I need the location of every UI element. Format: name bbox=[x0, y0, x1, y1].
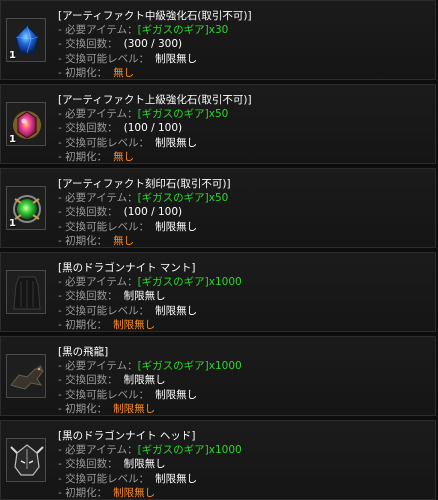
count-label: - 交換回数： bbox=[58, 374, 118, 387]
reset-label: - 初期化： bbox=[58, 486, 108, 499]
reset-value: 無し bbox=[113, 66, 135, 79]
required-item-link[interactable]: [ギガスのギア] bbox=[138, 192, 209, 204]
count-label: - 交換回数： bbox=[58, 122, 118, 135]
item-name: [黒の飛龍] bbox=[58, 346, 109, 358]
level-label: - 交換可能レベル： bbox=[58, 388, 150, 401]
required-qty: x1000 bbox=[208, 444, 242, 457]
level-value: 制限無し bbox=[155, 472, 198, 485]
required-qty: x30 bbox=[208, 24, 229, 37]
exchange-item[interactable]: [黒のドラゴンナイト マント] - 必要アイテム：[ギガスのギア]x1000 -… bbox=[0, 252, 436, 332]
level-value: 制限無し bbox=[155, 304, 198, 317]
level-value: 制限無し bbox=[155, 136, 198, 149]
reset-value: 制限無し bbox=[113, 318, 156, 331]
reset-value: 無し bbox=[113, 234, 135, 247]
item-name: [黒のドラゴンナイト マント] bbox=[58, 262, 196, 274]
item-slot[interactable]: 1 bbox=[6, 102, 46, 146]
item-name: [黒のドラゴンナイト ヘッド] bbox=[58, 430, 196, 442]
reset-value: 制限無し bbox=[113, 486, 156, 499]
exchange-item[interactable]: 1 [アーティファクト中級強化石(取引不可)] - 必要アイテム：[ギガスのギア… bbox=[0, 0, 436, 80]
required-label: - 必要アイテム： bbox=[58, 444, 138, 457]
level-label: - 交換可能レベル： bbox=[58, 304, 150, 317]
level-label: - 交換可能レベル： bbox=[58, 472, 150, 485]
count-value: 制限無し bbox=[123, 458, 166, 471]
required-qty: x50 bbox=[208, 192, 229, 205]
exchange-item-list: 1 [アーティファクト中級強化石(取引不可)] - 必要アイテム：[ギガスのギア… bbox=[0, 0, 438, 500]
reset-value: 無し bbox=[113, 150, 135, 163]
level-value: 制限無し bbox=[155, 52, 198, 65]
required-item-link[interactable]: [ギガスのギア] bbox=[138, 360, 209, 372]
level-label: - 交換可能レベル： bbox=[58, 220, 150, 233]
required-label: - 必要アイテム： bbox=[58, 192, 138, 205]
required-label: - 必要アイテム： bbox=[58, 108, 138, 121]
item-name: [アーティファクト刻印石(取引不可)] bbox=[58, 178, 231, 190]
black-wyvern-icon bbox=[10, 365, 44, 390]
required-item-link[interactable]: [ギガスのギア] bbox=[138, 24, 209, 36]
dragon-helmet-icon bbox=[10, 444, 44, 476]
reset-label: - 初期化： bbox=[58, 234, 108, 247]
reset-label: - 初期化： bbox=[58, 402, 108, 415]
item-slot[interactable] bbox=[6, 354, 46, 398]
stack-count: 1 bbox=[9, 50, 16, 61]
reset-label: - 初期化： bbox=[58, 66, 108, 79]
count-value: (100 / 100) bbox=[123, 206, 183, 219]
reset-label: - 初期化： bbox=[58, 318, 108, 331]
item-slot[interactable] bbox=[6, 270, 46, 314]
required-label: - 必要アイテム： bbox=[58, 276, 138, 289]
count-label: - 交換回数： bbox=[58, 206, 118, 219]
required-label: - 必要アイテム： bbox=[58, 360, 138, 373]
black-cloak-icon bbox=[13, 276, 41, 310]
stack-count: 1 bbox=[9, 218, 16, 229]
count-label: - 交換回数： bbox=[58, 38, 118, 51]
required-item-link[interactable]: [ギガスのギア] bbox=[138, 108, 209, 120]
required-item-link[interactable]: [ギガスのギア] bbox=[138, 276, 209, 288]
reset-value: 制限無し bbox=[113, 402, 156, 415]
level-label: - 交換可能レベル： bbox=[58, 52, 150, 65]
required-label: - 必要アイテム： bbox=[58, 24, 138, 37]
item-name: [アーティファクト上級強化石(取引不可)] bbox=[58, 94, 252, 106]
item-slot[interactable] bbox=[6, 438, 46, 482]
reset-label: - 初期化： bbox=[58, 150, 108, 163]
count-value: (300 / 300) bbox=[123, 38, 183, 51]
stack-count: 1 bbox=[9, 134, 16, 145]
required-qty: x1000 bbox=[208, 276, 242, 289]
exchange-item[interactable]: [黒のドラゴンナイト ヘッド] - 必要アイテム：[ギガスのギア]x1000 -… bbox=[0, 420, 436, 500]
item-slot[interactable]: 1 bbox=[6, 18, 46, 62]
level-value: 制限無し bbox=[155, 388, 198, 401]
count-label: - 交換回数： bbox=[58, 290, 118, 303]
count-value: (100 / 100) bbox=[123, 122, 183, 135]
exchange-item[interactable]: 1 [アーティファクト上級強化石(取引不可)] - 必要アイテム：[ギガスのギア… bbox=[0, 84, 436, 164]
item-slot[interactable]: 1 bbox=[6, 186, 46, 230]
exchange-item[interactable]: [黒の飛龍] - 必要アイテム：[ギガスのギア]x1000 - 交換回数： 制限無… bbox=[0, 336, 436, 416]
item-name: [アーティファクト中級強化石(取引不可)] bbox=[58, 10, 252, 22]
count-value: 制限無し bbox=[123, 374, 166, 387]
required-qty: x50 bbox=[208, 108, 229, 121]
count-label: - 交換回数： bbox=[58, 458, 118, 471]
required-item-link[interactable]: [ギガスのギア] bbox=[138, 444, 209, 456]
count-value: 制限無し bbox=[123, 290, 166, 303]
level-value: 制限無し bbox=[155, 220, 198, 233]
required-qty: x1000 bbox=[208, 360, 242, 373]
exchange-item[interactable]: 1 [アーティファクト刻印石(取引不可)] - 必要アイテム：[ギガスのギア]x… bbox=[0, 168, 436, 248]
level-label: - 交換可能レベル： bbox=[58, 136, 150, 149]
